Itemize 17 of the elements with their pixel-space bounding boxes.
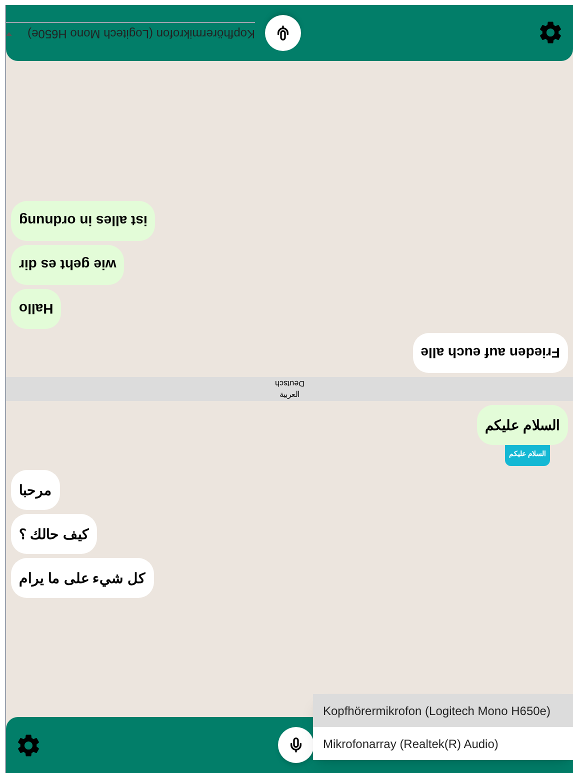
settings-icon[interactable] bbox=[537, 20, 564, 46]
message-bubble: كل شيء على ما يرام bbox=[11, 558, 154, 598]
message-bubble: Hallo bbox=[11, 289, 62, 329]
message-bubble: ist alles in ordnung bbox=[11, 201, 156, 241]
message-bubble: wie geht es dir bbox=[11, 245, 124, 285]
language-label: العربية bbox=[280, 389, 300, 400]
device-option[interactable]: Mikrofonarray (Realtek(R) Audio) bbox=[313, 727, 573, 760]
message-bubble: مرحبا bbox=[11, 470, 60, 510]
microphone-icon bbox=[275, 25, 291, 41]
message-bubble: Frieden auf euch alle bbox=[412, 333, 568, 373]
message-bubble: كيف حالك ؟ bbox=[11, 514, 97, 554]
language-label: Deutsch bbox=[274, 378, 304, 389]
caret-icon bbox=[6, 32, 12, 36]
settings-icon[interactable] bbox=[15, 732, 42, 758]
device-option[interactable]: Kopfhörermikrofon (Logitech Mono H650e) bbox=[313, 694, 573, 727]
microphone-icon bbox=[288, 737, 304, 753]
message-bubble: السلام عليكم bbox=[477, 405, 568, 445]
